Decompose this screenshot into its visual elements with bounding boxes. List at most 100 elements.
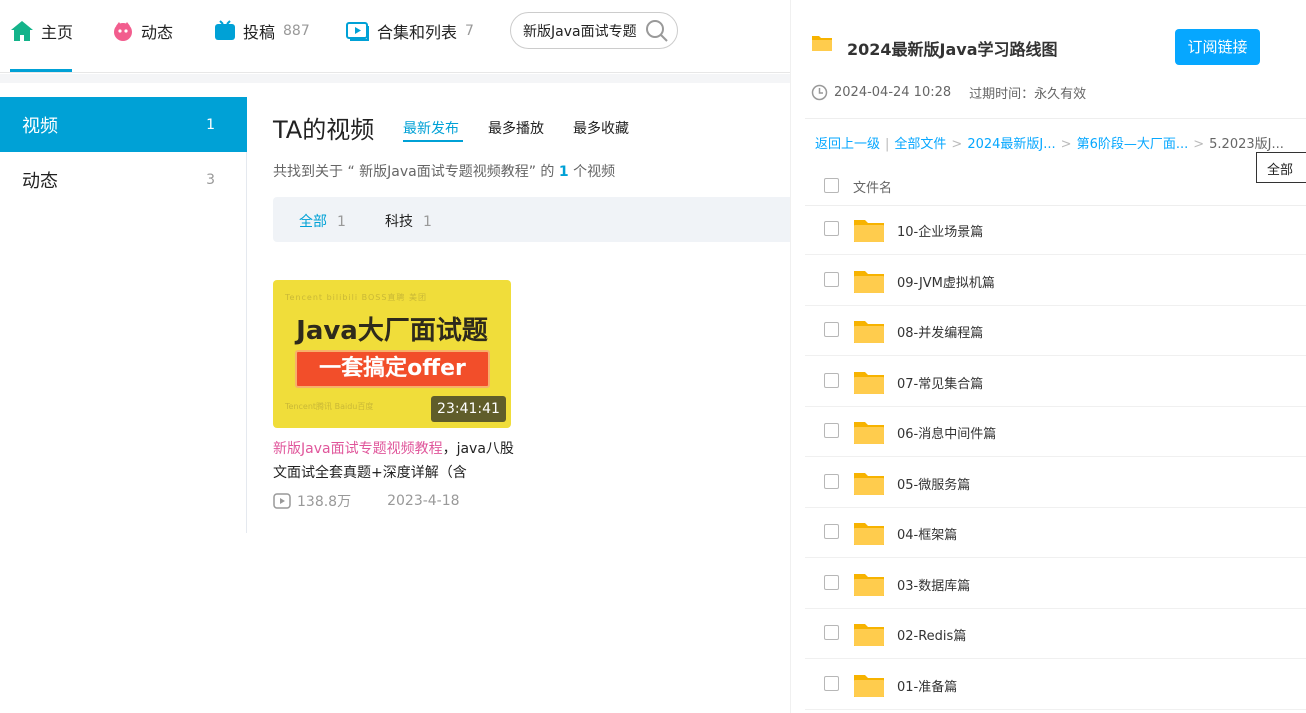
breadcrumb-all-files[interactable]: 全部文件 [894,137,946,152]
tab-most-played[interactable]: 最多播放 [488,118,544,138]
row-checkbox[interactable] [824,322,839,337]
file-row[interactable]: 07-常见集合篇 [805,357,1306,407]
video-thumbnail[interactable]: Tencent bilibili BOSS直聘 美团 Java大厂面试题 一套搞… [273,280,511,428]
search-icon[interactable] [645,19,669,43]
file-row[interactable]: 06-消息中间件篇 [805,407,1306,457]
dynamic-icon [114,22,132,41]
thumb-ribbon: 一套搞定offer [295,350,490,388]
file-name[interactable]: 07-常见集合篇 [897,373,983,392]
filter-all[interactable]: 全部 1 [299,211,346,231]
file-name[interactable]: 08-并发编程篇 [897,322,983,341]
file-name[interactable]: 03-数据库篇 [897,575,970,594]
nav-home[interactable]: 主页 [10,18,73,44]
nav-collections-label: 合集和列表 [377,23,458,42]
tv-icon [215,20,235,40]
row-checkbox[interactable] [824,675,839,691]
page-title: TA的视频 [273,116,375,144]
file-name[interactable]: 05-微服务篇 [897,474,970,493]
search-input[interactable] [523,21,643,41]
file-name[interactable]: 01-准备篇 [897,676,957,695]
video-meta: 138.8万 2023-4-18 [273,491,460,511]
breadcrumb-level-1[interactable]: 2024最新版J... [967,137,1055,152]
nav-active-indicator [10,69,72,72]
folder-icon [853,672,885,702]
file-row[interactable]: 05-微服务篇 [805,458,1306,508]
file-row[interactable]: 02-Redis篇 [805,609,1306,659]
nav-divider [0,74,790,83]
file-name[interactable]: 10-企业场景篇 [897,221,983,240]
row-checkbox[interactable] [824,625,839,640]
filter-tech[interactable]: 科技 1 [385,211,432,231]
file-row[interactable]: 01-准备篇 [805,660,1306,710]
nav-dynamic-label: 动态 [141,23,174,42]
select-all-checkbox[interactable] [824,178,839,193]
filter-label: 科技 [385,214,413,230]
folder-icon [853,571,885,601]
file-row[interactable]: 03-数据库篇 [805,559,1306,609]
page: 主页 动态 投稿 887 合集和列表 7 视频 1 动态 3 [0,0,1306,713]
share-expiry: 过期时间：永久有效 [969,87,1087,102]
thumb-company-logos: Tencent腾讯 Baidu百度 [285,402,374,411]
folder-icon [853,369,885,399]
folder-icon [853,419,885,449]
row-checkbox[interactable] [824,221,839,236]
breadcrumb-back[interactable]: 返回上一级 [815,137,880,152]
sidebar-item-count: 1 [206,116,215,133]
row-checkbox[interactable] [824,524,839,539]
row-checkbox[interactable] [824,473,839,489]
video-duration: 23:41:41 [431,396,506,422]
sidebar-item-videos[interactable]: 视频 1 [0,97,247,152]
share-meta: 2024-04-24 10:28 过期时间：永久有效 [811,83,1086,102]
row-checkbox[interactable] [824,271,839,287]
video-date: 2023-4-18 [387,493,460,509]
file-name[interactable]: 06-消息中间件篇 [897,423,996,442]
search-box [510,12,678,49]
filter-count: 1 [423,214,432,230]
nav-posts-label: 投稿 [243,23,276,42]
nav-home-label: 主页 [41,23,74,42]
sidebar-item-dynamic[interactable]: 动态 3 [0,152,247,207]
thumb-title: Java大厂面试题 [296,316,488,346]
file-row[interactable]: 08-并发编程篇 [805,306,1306,356]
folder-icon [853,520,885,550]
share-panel: 2024最新版Java学习路线图 订阅链接 2024-04-24 10:28 过… [790,0,1306,713]
file-name[interactable]: 04-框架篇 [897,524,957,543]
folder-icon [853,621,885,651]
subscribe-button[interactable]: 订阅链接 [1175,29,1260,65]
share-title: 2024最新版Java学习路线图 [847,40,1058,59]
found-suffix: 个视频 [568,164,616,180]
top-nav: 主页 动态 投稿 887 合集和列表 7 [0,0,790,73]
file-row[interactable]: 04-框架篇 [805,508,1306,558]
nav-posts-count: 887 [283,23,310,39]
sidebar-item-label: 视频 [22,115,58,137]
nav-posts[interactable]: 投稿 887 [214,18,310,44]
nav-collections[interactable]: 合集和列表 7 [346,18,474,44]
file-row[interactable]: 09-JVM虚拟机篇 [805,256,1306,306]
sidebar-item-label: 动态 [22,170,58,192]
folder-icon [812,36,832,51]
panel-divider [805,118,1306,119]
file-name[interactable]: 09-JVM虚拟机篇 [897,272,995,291]
thumb-sponsor-logos: Tencent bilibili BOSS直聘 美团 [285,293,427,302]
found-prefix: 共找到关于 “ 新版Java面试专题视频教程” 的 [273,164,559,180]
folder-icon [853,318,885,348]
file-name[interactable]: 02-Redis篇 [897,625,966,644]
row-checkbox[interactable] [824,574,839,590]
row-checkbox[interactable] [824,423,839,438]
tab-most-favorited[interactable]: 最多收藏 [573,118,629,138]
folder-icon [853,217,885,247]
video-title-highlight: 新版Java面试专题视频教程 [273,441,443,457]
row-checkbox[interactable] [824,372,839,388]
video-title[interactable]: 新版Java面试专题视频教程，java八股文面试全套真题+深度详解（含 [273,437,518,485]
tab-latest[interactable]: 最新发布 [403,118,459,138]
breadcrumb: 返回上一级 | 全部文件 >2024最新版J... > 第6阶段—大厂面... >5.202… [815,137,1284,152]
breadcrumb-level-2[interactable]: 第6阶段—大厂面... [1077,137,1189,152]
folder-icon [853,268,885,298]
found-count: 1 [558,164,569,180]
file-row[interactable]: 10-企业场景篇 [805,205,1306,255]
folder-icon [853,470,885,500]
clock-icon [811,84,828,101]
nav-collections-count: 7 [465,23,474,39]
nav-dynamic[interactable]: 动态 [112,18,173,44]
playlist-icon [346,22,369,41]
